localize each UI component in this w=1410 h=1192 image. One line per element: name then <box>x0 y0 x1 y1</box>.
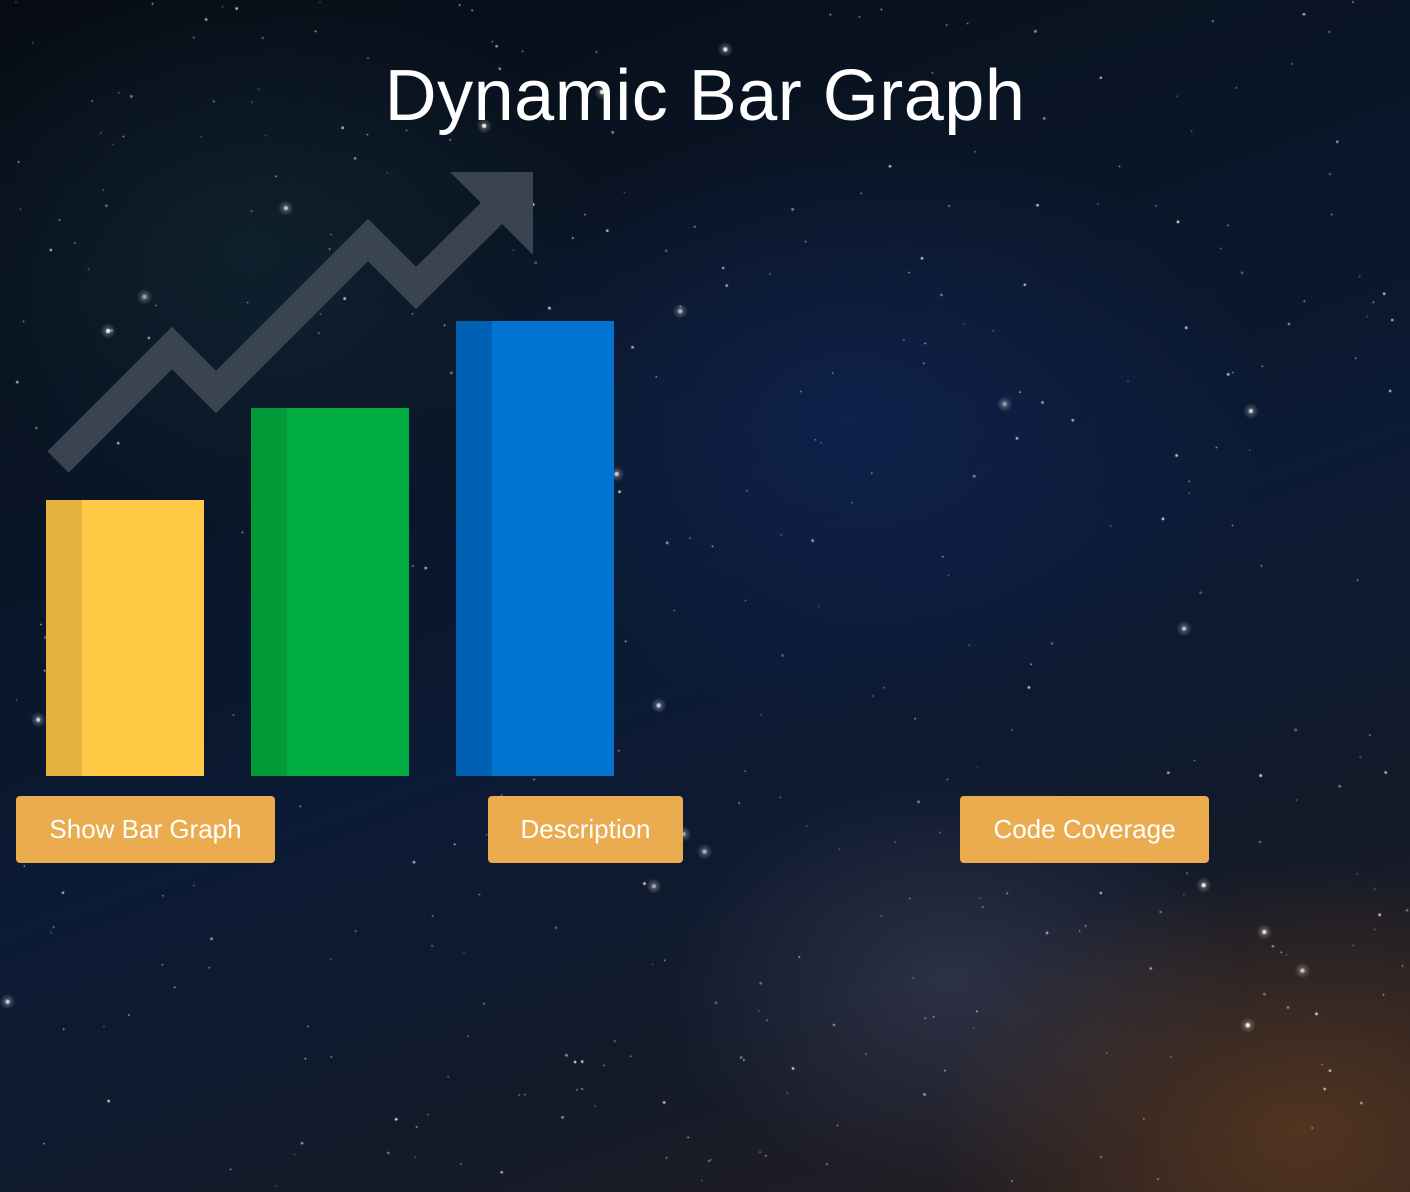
bar-green <box>251 408 409 776</box>
description-button[interactable]: Description <box>488 796 683 863</box>
show-bar-graph-button[interactable]: Show Bar Graph <box>16 796 275 863</box>
bar-blue <box>456 321 614 776</box>
bar-yellow <box>46 500 204 776</box>
bar-graph-illustration <box>46 172 614 776</box>
code-coverage-button[interactable]: Code Coverage <box>960 796 1209 863</box>
